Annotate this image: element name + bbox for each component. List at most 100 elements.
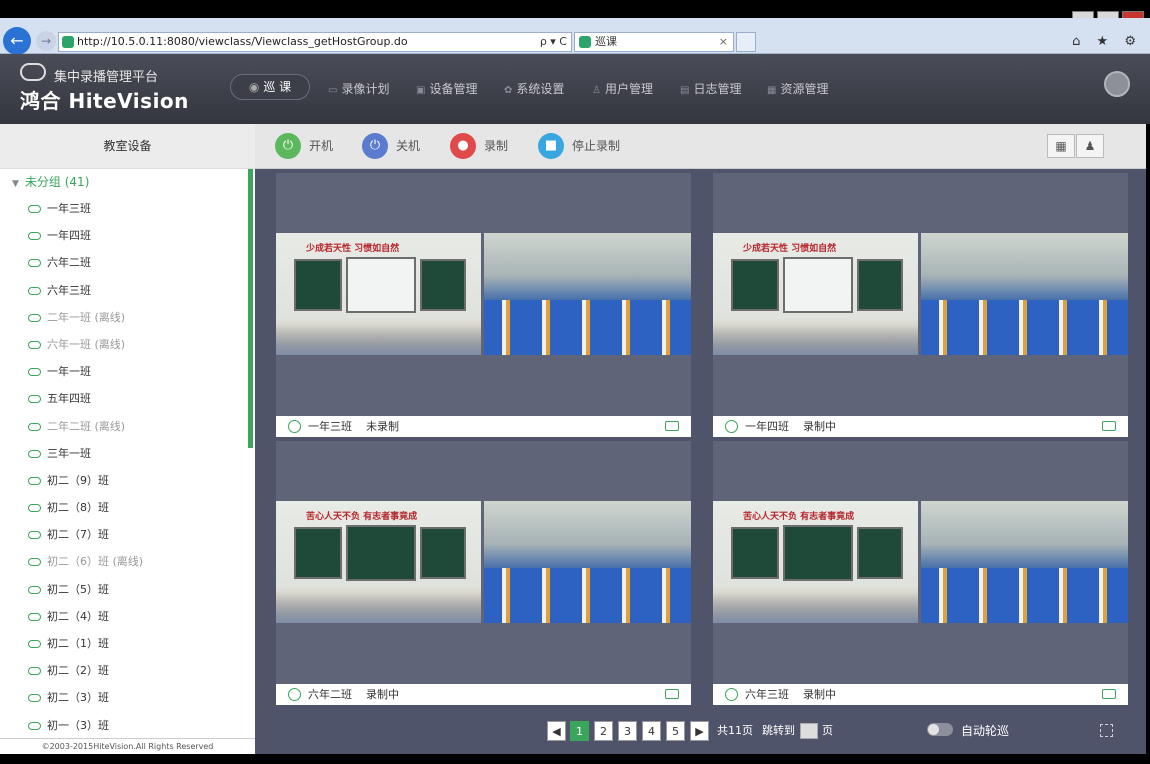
sidebar-item-classroom[interactable]: 一年四班 [0,222,255,249]
nav-label: 日志管理 [693,82,742,96]
cloud-icon [28,286,41,295]
tile-record-status: 未录制 [366,420,399,433]
group-ungrouped[interactable]: ▼ 未分组 (41) [0,169,255,195]
browser-toolbar-icons[interactable]: ⌂ ★ ⚙ [1072,34,1142,49]
prev-page-button[interactable]: ◀ [547,721,566,741]
page-2[interactable]: 2 [594,721,613,741]
sidebar-item-classroom[interactable]: 六年二班 [0,249,255,276]
classroom-banner: 少成若天性 习惯如自然 [306,244,400,254]
new-tab-button[interactable] [736,32,756,52]
cloud-icon [28,694,41,703]
cloud-icon [28,395,41,404]
nav-label: 用户管理 [604,82,653,96]
select-radio-icon[interactable] [288,688,301,701]
tile-status-bar: 一年四班 录制中 [713,416,1128,437]
video-camera-icon[interactable] [665,421,679,431]
sidebar-item-classroom[interactable]: 初二（7）班 [0,521,255,548]
nav-device-manage[interactable]: ▣ 设备管理 [416,80,477,97]
classroom-label: 初二（4）班 [47,609,109,623]
sidebar-item-classroom[interactable]: 六年三班 [0,277,255,304]
fullscreen-icon[interactable] [1100,724,1113,737]
video-camera-icon[interactable] [1102,689,1116,699]
user-avatar[interactable] [1104,71,1130,97]
sidebar-item-classroom[interactable]: 二年二班 (离线) [0,413,255,440]
nav-resource-manage[interactable]: ▦ 资源管理 [767,80,828,97]
settings-icon: ✿ [504,85,513,96]
screen-bottom-border [0,754,1150,764]
sidebar-scrollbar[interactable] [248,169,253,448]
sidebar-item-classroom[interactable]: 初二（4）班 [0,603,255,630]
classroom-video-tile[interactable]: 少成若天性 习惯如自然 一年三班 未录制 [276,173,691,437]
classroom-video-tile[interactable]: 苦心人天不负 有志者事竟成 六年二班 录制中 [276,441,691,705]
page-4[interactable]: 4 [642,721,661,741]
sidebar-item-classroom[interactable]: 初二（8）班 [0,494,255,521]
next-page-button[interactable]: ▶ [690,721,709,741]
sidebar-item-classroom[interactable]: 六年一班 (离线) [0,331,255,358]
sidebar-item-classroom[interactable]: 三年一班 [0,440,255,467]
power-on-button[interactable]: ⏻ 开机 [275,133,333,159]
grid-view-button[interactable]: ▦ [1047,134,1075,158]
select-radio-icon[interactable] [725,420,738,433]
cloud-icon [28,205,41,213]
sidebar-item-classroom[interactable]: 初二（6）班 (离线) [0,548,255,575]
sidebar-title: 教室设备 [0,124,255,169]
tile-status-bar: 六年三班 录制中 [713,684,1128,705]
classroom-label: 六年三班 [47,283,91,297]
classroom-video-tile[interactable]: 少成若天性 习惯如自然一年四班 录制中 [713,173,1128,437]
sidebar-item-classroom[interactable]: 五年四班 [0,385,255,412]
sidebar-item-classroom[interactable]: 初二（1）班 [0,630,255,657]
sidebar-item-classroom[interactable]: 初一（3）班 [0,712,255,735]
record-button[interactable]: ● 录制 [450,133,508,159]
video-camera-icon[interactable] [1102,421,1116,431]
nav-system-settings[interactable]: ✿ 系统设置 [504,80,564,97]
students-camera-feed [484,233,691,355]
logo-brand: 鸿合 HiteVision [20,89,189,113]
select-radio-icon[interactable] [725,688,738,701]
nav-record-plan[interactable]: ▭ 录像计划 [328,80,389,97]
address-controls[interactable]: ρ ▾ C [540,33,567,51]
classroom-label: 初二（7）班 [47,528,109,542]
video-feeds: 少成若天性 习惯如自然 [713,233,1128,355]
sidebar-item-classroom[interactable]: 初二（9）班 [0,467,255,494]
jump-page-input[interactable] [800,723,818,739]
back-button[interactable]: ← [3,27,31,55]
nav-patrol[interactable]: ◉ 巡 课 [230,74,310,100]
screen-top-border [0,0,1150,18]
cloud-logo-icon [20,63,46,81]
power-off-button[interactable]: ⏻ 关机 [362,133,420,159]
blackboard-camera-feed: 苦心人天不负 有志者事竟成 [276,501,481,623]
caret-down-icon[interactable]: ▼ [12,171,19,197]
log-icon: ▤ [680,85,690,96]
tile-record-status: 录制中 [366,688,399,701]
address-bar[interactable]: http://10.5.0.11:8080/viewclass/Viewclas… [58,32,572,52]
sidebar-item-classroom[interactable]: 初二（2）班 [0,657,255,684]
select-radio-icon[interactable] [288,420,301,433]
browser-tab[interactable]: 巡课 × [574,32,734,52]
cloud-icon [28,721,41,730]
sidebar-item-classroom[interactable]: 初二（3）班 [0,684,255,711]
nav-user-manage[interactable]: ♙ 用户管理 [592,80,653,97]
resource-icon: ▦ [767,85,777,96]
sidebar-item-classroom[interactable]: 一年三班 [0,195,255,222]
nav-label: 资源管理 [780,82,829,96]
nav-log-manage[interactable]: ▤ 日志管理 [680,80,741,97]
blackboard-camera-feed: 苦心人天不负 有志者事竟成 [713,501,918,623]
page-1[interactable]: 1 [570,721,589,741]
classroom-label: 五年四班 [47,392,91,406]
sidebar-item-classroom[interactable]: 二年一班 (离线) [0,304,255,331]
app-header: 集中录播管理平台 鸿合 HiteVision ◉ 巡 课 ▭ 录像计划 ▣ 设备管理 … [0,54,1150,124]
single-view-button[interactable]: ♟ [1076,134,1104,158]
video-camera-icon[interactable] [665,689,679,699]
tile-record-status: 录制中 [803,688,836,701]
sidebar-item-classroom[interactable]: 一年一班 [0,358,255,385]
tab-close-icon[interactable]: × [719,33,728,51]
page-5[interactable]: 5 [666,721,685,741]
page-3[interactable]: 3 [618,721,637,741]
classroom-video-tile[interactable]: 苦心人天不负 有志者事竟成六年三班 录制中 [713,441,1128,705]
stop-record-button[interactable]: ■ 停止录制 [538,133,620,159]
sidebar-item-classroom[interactable]: 初二（5）班 [0,576,255,603]
cloud-icon [28,368,41,377]
forward-button[interactable]: → [36,31,56,51]
auto-patrol-toggle[interactable] [927,723,953,736]
nav-patrol-label: 巡 课 [263,80,292,94]
